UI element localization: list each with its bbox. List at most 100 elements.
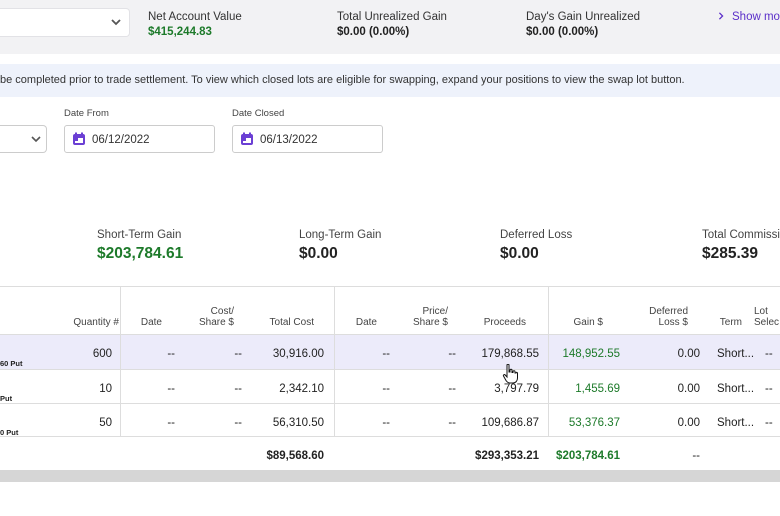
date-closed-value: 06/13/2022 — [260, 134, 318, 146]
short-term-gain-label: Short-Term Gain — [97, 229, 182, 241]
table-row[interactable]: 60 Put 600 -- -- 30,916.00 -- -- 179,868… — [0, 335, 780, 369]
row-gain: 1,455.69 — [575, 383, 620, 395]
totals-row: $89,568.60 $293,353.21 $203,784.61 -- — [0, 437, 780, 471]
divider — [0, 286, 780, 287]
col-close-date[interactable]: Date — [356, 317, 377, 328]
calendar-icon[interactable] — [240, 132, 254, 146]
col-cost-share[interactable]: Cost/ Share $ — [199, 306, 234, 328]
col-proceeds[interactable]: Proceeds — [484, 317, 526, 328]
row-total-cost: 2,342.10 — [279, 383, 324, 395]
col-deferred-loss-line1: Deferred — [649, 306, 688, 317]
row-price-share: -- — [448, 348, 456, 360]
net-account-value: Net Account Value $415,244.83 — [148, 11, 242, 38]
show-more-label: Show mo — [732, 11, 780, 23]
row-term: Short... — [717, 348, 755, 360]
account-selector[interactable] — [0, 8, 130, 37]
row-cost-share: -- — [234, 417, 242, 429]
deferred-loss-sum: -- — [692, 450, 700, 462]
date-from-label: Date From — [64, 108, 109, 119]
show-more-link[interactable]: Show mo — [716, 11, 780, 23]
row-deferred-loss: 0.00 — [677, 383, 700, 395]
row-symbol: Put — [0, 394, 13, 403]
row-deferred-loss: 0.00 — [677, 348, 700, 360]
row-open-date: -- — [167, 348, 175, 360]
calendar-icon[interactable] — [72, 132, 86, 146]
row-open-date: -- — [167, 383, 175, 395]
total-unrealized-gain: Total Unrealized Gain $0.00 (0.00%) — [337, 11, 447, 38]
total-commissions-label: Total Commissi — [702, 229, 780, 241]
row-close-date: -- — [382, 348, 390, 360]
short-term-gain: Short-Term Gain $203,784.61 — [97, 229, 183, 263]
proceeds-sum: $293,353.21 — [475, 450, 539, 462]
col-gain[interactable]: Gain $ — [574, 317, 603, 328]
row-quantity: 50 — [99, 417, 112, 429]
column-divider — [120, 286, 121, 436]
info-banner: be completed prior to trade settlement. … — [0, 64, 780, 97]
total-commissions-value: $285.39 — [702, 245, 759, 262]
deferred-loss-value: $0.00 — [500, 245, 539, 262]
days-gain-unrealized: Day's Gain Unrealized $0.00 (0.00%) — [526, 11, 640, 38]
row-close-date: -- — [382, 383, 390, 395]
col-quantity[interactable]: Quantity # — [73, 317, 119, 328]
chevron-down-icon — [31, 136, 41, 143]
horizontal-scrollbar[interactable] — [0, 470, 780, 482]
hand-cursor-icon — [502, 364, 518, 384]
col-total-cost[interactable]: Total Cost — [270, 317, 314, 328]
col-open-date[interactable]: Date — [141, 317, 162, 328]
row-term: Short... — [717, 383, 755, 395]
col-deferred-loss-line2: Loss $ — [658, 317, 688, 328]
total-cost-sum: $89,568.60 — [266, 450, 324, 462]
col-cost-share-line1: Cost/ — [210, 306, 234, 317]
long-term-gain-value: $0.00 — [299, 245, 338, 262]
row-lot-select[interactable]: -- — [765, 417, 773, 429]
total-commissions: Total Commissi $285.39 — [702, 229, 780, 263]
col-price-share-line1: Price/ — [422, 306, 448, 317]
table-row[interactable]: Put 10 -- -- 2,342.10 -- -- 3,797.79 1,4… — [0, 370, 780, 404]
short-term-gain-value: $203,784.61 — [97, 245, 184, 262]
date-from-input[interactable]: 06/12/2022 — [64, 125, 215, 153]
long-term-gain-label: Long-Term Gain — [299, 229, 382, 241]
row-open-date: -- — [167, 417, 175, 429]
col-deferred-loss[interactable]: Deferred Loss $ — [649, 306, 688, 328]
col-lot-select[interactable]: Lot Selec — [754, 306, 779, 328]
row-price-share: -- — [448, 417, 456, 429]
row-symbol: 60 Put — [0, 359, 23, 368]
row-proceeds: 3,797.79 — [494, 383, 539, 395]
chevron-right-icon — [718, 12, 724, 20]
col-cost-share-line2: Share $ — [198, 317, 234, 328]
row-price-share: -- — [448, 383, 456, 395]
col-price-share-line2: Share $ — [412, 317, 448, 328]
col-term[interactable]: Term — [720, 317, 742, 328]
net-account-value-amount: $415,244.83 — [148, 26, 212, 38]
row-total-cost: 30,916.00 — [272, 348, 324, 360]
date-closed-input[interactable]: 06/13/2022 — [232, 125, 383, 153]
row-gain: 148,952.55 — [562, 348, 620, 360]
net-account-value-label: Net Account Value — [148, 11, 242, 23]
gain-sum: $203,784.61 — [556, 450, 620, 462]
column-divider — [334, 286, 335, 436]
long-term-gain: Long-Term Gain $0.00 — [299, 229, 381, 263]
row-deferred-loss: 0.00 — [677, 417, 700, 429]
closed-positions-table: Quantity # Date Cost/ Share $ Total Cost… — [0, 286, 780, 470]
row-cost-share: -- — [234, 383, 242, 395]
filter-select[interactable] — [0, 125, 47, 153]
row-lot-select[interactable]: -- — [765, 348, 773, 360]
deferred-loss: Deferred Loss $0.00 — [500, 229, 572, 263]
row-total-cost: 56,310.50 — [272, 417, 324, 429]
row-close-date: -- — [382, 417, 390, 429]
days-gain-unrealized-label: Day's Gain Unrealized — [526, 11, 641, 23]
col-price-share[interactable]: Price/ Share $ — [413, 306, 448, 328]
total-unrealized-gain-label: Total Unrealized Gain — [337, 11, 447, 23]
deferred-loss-label: Deferred Loss — [500, 229, 573, 241]
account-summary-bar: Net Account Value $415,244.83 Total Unre… — [0, 0, 780, 54]
col-lot-select-line1: Lot — [754, 306, 768, 317]
row-quantity: 600 — [92, 348, 112, 360]
row-lot-select[interactable]: -- — [765, 383, 773, 395]
date-closed-label: Date Closed — [232, 108, 285, 119]
row-proceeds: 179,868.55 — [481, 348, 539, 360]
row-proceeds: 109,686.87 — [481, 417, 539, 429]
info-banner-text: be completed prior to trade settlement. … — [0, 74, 685, 86]
col-lot-select-line2: Selec — [754, 317, 780, 328]
row-term: Short... — [717, 417, 755, 429]
table-row[interactable]: 0 Put 50 -- -- 56,310.50 -- -- 109,686.8… — [0, 404, 780, 438]
